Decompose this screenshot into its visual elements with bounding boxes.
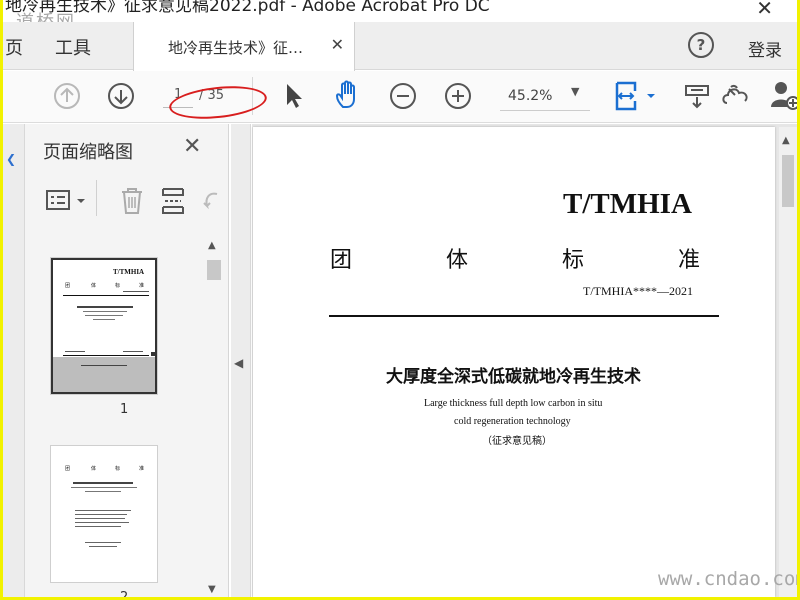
thumbnail-page-2[interactable]: 团体标准: [51, 446, 157, 582]
thumbnail-label-2: 2: [120, 590, 128, 597]
title-bar: 地冷再生技术》征求意见稿2022.pdf - Adobe Acrobat Pro…: [3, 0, 797, 22]
svg-text:体: 体: [91, 282, 96, 289]
sign-in-icon[interactable]: [683, 81, 713, 111]
share-link-icon[interactable]: [719, 81, 753, 111]
left-rail: [3, 124, 25, 597]
panel-scroll-thumb[interactable]: [207, 260, 221, 280]
doc-english-title-2: cold regeneration technology: [454, 416, 571, 427]
scroll-up-icon[interactable]: ▲: [208, 240, 216, 251]
doc-title: 大厚度全深式低碳就地冷再生技术: [386, 367, 641, 387]
svg-text:标: 标: [115, 282, 120, 289]
panel-title: 页面缩略图: [43, 142, 133, 163]
delete-page-icon[interactable]: [119, 186, 145, 216]
thumbnail-options-icon[interactable]: [45, 188, 89, 214]
zoom-in-icon[interactable]: [444, 82, 472, 110]
toolbar: 1 / 35 45.2% ▼: [3, 71, 797, 123]
menu-row: 页 工具 地冷再生技术》征… ✕ ? 登录: [3, 22, 797, 71]
doc-scroll-thumb[interactable]: [782, 155, 794, 207]
zoom-value: 45.2%: [508, 88, 553, 104]
panel-scrollbar[interactable]: ▲ ▼: [205, 236, 223, 597]
doc-draft-note: （征求意见稿）: [482, 436, 552, 447]
doc-rule: [329, 315, 719, 317]
hand-tool-icon[interactable]: [333, 79, 365, 111]
rail-active-marker[interactable]: ❮: [6, 152, 16, 166]
panel-divider: [96, 180, 97, 216]
zoom-out-icon[interactable]: [389, 82, 417, 110]
rotate-page-icon[interactable]: [201, 188, 221, 216]
thumbnail-page-1[interactable]: T/TMHIA 团 体 标 准: [51, 258, 157, 394]
svg-text:准: 准: [139, 465, 144, 472]
insert-page-icon[interactable]: [160, 186, 186, 216]
doc-number: T/TMHIA****—2021: [583, 284, 693, 298]
watermark-bottom: www.cndao.com: [658, 568, 797, 590]
doc-type-char: 体: [446, 248, 469, 273]
thumbnail-label-1: 1: [120, 402, 129, 417]
svg-text:团: 团: [65, 466, 70, 472]
add-user-icon[interactable]: [769, 79, 797, 111]
zoom-dropdown-icon[interactable]: ▼: [571, 85, 579, 98]
menu-item-page[interactable]: 页: [5, 34, 23, 60]
panel-toolbar: [25, 174, 228, 230]
window-close-icon[interactable]: ✕: [756, 0, 773, 20]
window-title: 地冷再生技术》征求意见稿2022.pdf - Adobe Acrobat Pro…: [5, 0, 490, 16]
panel-close-icon[interactable]: ✕: [183, 134, 201, 159]
fit-page-icon[interactable]: [613, 80, 657, 112]
acrobat-window: 地冷再生技术》征求意见稿2022.pdf - Adobe Acrobat Pro…: [3, 0, 797, 597]
tab-label: 地冷再生技术》征…: [168, 39, 304, 57]
svg-text:团: 团: [65, 283, 70, 289]
scroll-down-icon[interactable]: ▼: [208, 584, 216, 595]
next-page-icon[interactable]: [107, 82, 135, 110]
login-button[interactable]: 登录: [748, 36, 782, 61]
doc-type-char: 准: [678, 248, 701, 273]
svg-text:体: 体: [91, 465, 96, 472]
doc-type-char: 标: [562, 248, 585, 273]
doc-type-char: 团: [330, 248, 353, 273]
collapse-arrow-icon[interactable]: ◀: [234, 356, 243, 370]
tab-close-icon[interactable]: ✕: [331, 35, 344, 54]
tab-document[interactable]: 地冷再生技术》征… ✕: [133, 22, 355, 71]
help-icon[interactable]: ?: [688, 32, 714, 58]
doc-english-title-1: Large thickness full depth low carbon in…: [424, 398, 603, 409]
menu-item-tools[interactable]: 工具: [55, 34, 91, 60]
doc-scroll-up-icon[interactable]: ▲: [782, 135, 790, 146]
select-cursor-icon[interactable]: [283, 81, 305, 111]
document-scrollbar[interactable]: ▲: [779, 127, 797, 597]
doc-standard-code: T/TMHIA: [563, 188, 692, 220]
svg-text:T/TMHIA: T/TMHIA: [113, 268, 144, 276]
svg-text:准: 准: [139, 282, 144, 289]
prev-page-icon[interactable]: [53, 82, 81, 110]
svg-text:标: 标: [115, 465, 120, 472]
